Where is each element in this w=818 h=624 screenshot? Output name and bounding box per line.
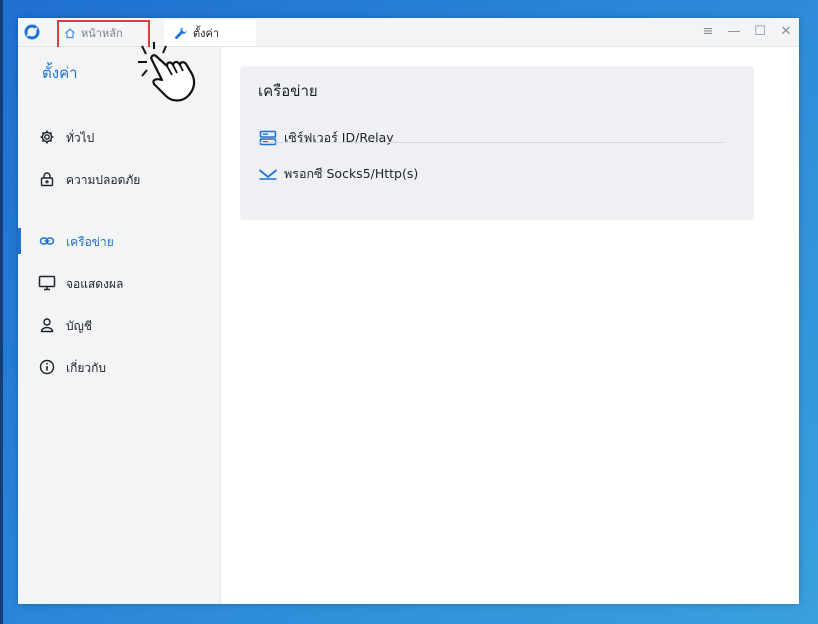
sidebar-item-about[interactable]: เกี่ยวกับ [18, 354, 220, 380]
sidebar-item-security[interactable]: ความปลอดภัย [18, 166, 220, 192]
active-indicator [18, 228, 21, 254]
gear-icon [38, 128, 56, 146]
server-icon [258, 129, 278, 147]
server-relay-row[interactable]: เซิร์ฟเวอร์ ID/Relay [258, 125, 724, 151]
lock-icon [38, 170, 56, 188]
sidebar-item-account[interactable]: บัญชี [18, 312, 220, 338]
close-button[interactable]: ✕ [779, 22, 793, 40]
sidebar-item-network[interactable]: เครือข่าย [18, 228, 220, 254]
hand-pointer-icon [138, 42, 196, 102]
app-window: หน้าหลัก ตั้งค่า ≡ — ☐ ✕ ตั้งค่า ทั่วไป … [18, 18, 799, 604]
main-content: เครือข่าย เซิร์ฟเวอร์ ID/Relay พรอกซี So… [221, 47, 799, 604]
sidebar-item-label: ทั่วไป [66, 131, 95, 145]
wrench-icon [174, 26, 188, 40]
proxy-row[interactable]: พรอกซี Socks5/Http(s) [258, 161, 724, 187]
info-icon [38, 358, 56, 376]
sidebar-item-label: เครือข่าย [66, 235, 114, 249]
proxy-icon [258, 165, 278, 183]
server-relay-label: เซิร์ฟเวอร์ ID/Relay [284, 130, 394, 145]
minimize-button[interactable]: — [727, 22, 741, 40]
card-divider [258, 142, 724, 143]
menu-button[interactable]: ≡ [701, 22, 715, 40]
app-logo-icon [24, 24, 40, 40]
sidebar-item-label: ความปลอดภัย [66, 173, 141, 187]
sidebar-item-label: บัญชี [66, 319, 92, 333]
proxy-label: พรอกซี Socks5/Http(s) [284, 166, 419, 181]
sidebar: ตั้งค่า ทั่วไป ความปลอดภัย เครือข่าย จอแ… [18, 47, 221, 604]
sidebar-item-label: จอแสดงผล [66, 277, 124, 291]
desktop-edge [0, 0, 3, 624]
sidebar-item-general[interactable]: ทั่วไป [18, 124, 220, 150]
sidebar-item-display[interactable]: จอแสดงผล [18, 270, 220, 296]
monitor-icon [38, 274, 56, 292]
sidebar-title: ตั้งค่า [42, 64, 78, 82]
card-title: เครือข่าย [258, 82, 318, 100]
sidebar-item-label: เกี่ยวกับ [66, 361, 107, 375]
maximize-button[interactable]: ☐ [753, 22, 767, 40]
network-card: เครือข่าย เซิร์ฟเวอร์ ID/Relay พรอกซี So… [240, 66, 754, 220]
window-controls: ≡ — ☐ ✕ [701, 22, 793, 40]
user-icon [38, 316, 56, 334]
link-icon [38, 232, 56, 250]
